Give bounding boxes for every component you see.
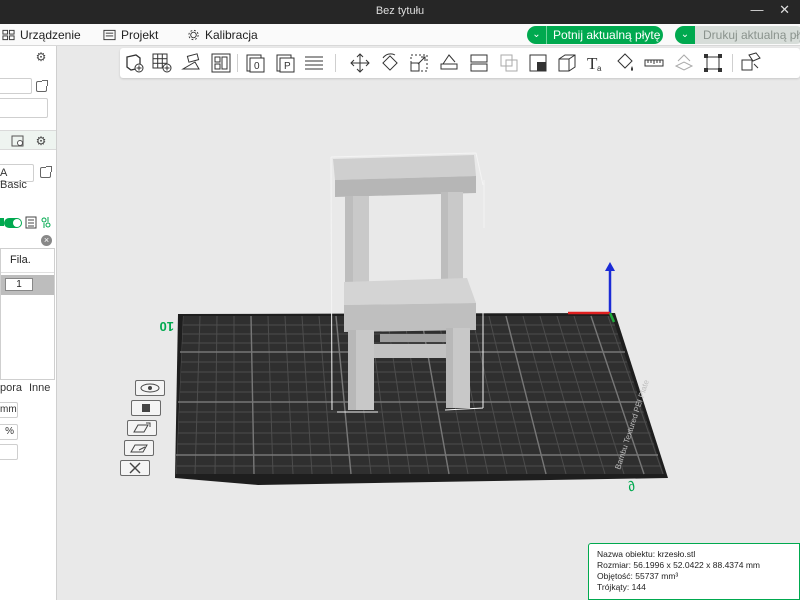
chevron-down-icon[interactable]: ⌄ <box>675 26 695 44</box>
object-name: Nazwa obiektu: krzesło.stl <box>597 549 696 559</box>
arrange-icon[interactable] <box>210 52 232 74</box>
object-table: Fila. 1 <box>0 248 55 380</box>
build-plate-scene: 10 Bambu Textured PEI Plate ∂ <box>160 152 668 495</box>
arrange-plate-button[interactable] <box>127 420 157 436</box>
close-icon[interactable]: × <box>41 235 52 246</box>
table-header-filament: Fila. <box>10 254 31 266</box>
window-controls[interactable]: — ✕ <box>750 2 796 18</box>
lay-on-face-icon[interactable] <box>438 52 460 74</box>
project-icon <box>103 29 116 41</box>
calibration-icon <box>188 29 199 41</box>
auto-orient-button[interactable] <box>131 400 161 416</box>
value-field[interactable] <box>0 444 18 460</box>
scale-icon[interactable] <box>408 52 430 74</box>
filament-number-field[interactable]: 1 <box>5 278 33 291</box>
print-plate-label: Drukuj aktualną płytę <box>703 28 800 42</box>
orient-icon <box>142 404 150 412</box>
bed-corner-mark: ∂ <box>625 477 637 494</box>
object-size: Rozmiar: 56.1996 x 52.0422 x 88.4374 mm <box>597 560 761 570</box>
settings-tabs: pora Inne <box>0 380 56 398</box>
list-icon[interactable] <box>25 216 37 229</box>
menu-bar: Urządzenie Projekt Kalibracja ⌄ Potnij a… <box>0 24 800 46</box>
rotate-icon[interactable] <box>379 52 401 74</box>
object-triangles: Trójkąty: 144 <box>597 582 646 592</box>
svg-text:P: P <box>284 61 291 72</box>
gear-icon[interactable]: ⚙ <box>35 135 47 147</box>
value-mm-field[interactable]: mm <box>0 402 18 418</box>
unit-mm-label: mm <box>0 404 17 415</box>
text-icon[interactable]: Ta <box>585 52 607 74</box>
table-row[interactable]: 1 <box>1 275 54 295</box>
settings-icon[interactable] <box>40 216 52 229</box>
plate-p-icon[interactable]: P <box>274 52 296 74</box>
gear-icon[interactable]: ⚙ <box>35 51 47 63</box>
edit-icon[interactable] <box>36 80 48 92</box>
tab-other[interactable]: Inne <box>29 382 50 394</box>
svg-text:a: a <box>597 64 602 73</box>
lock-icon <box>130 444 148 453</box>
filament-preset-select[interactable]: A Basic <box>0 164 34 191</box>
move-icon[interactable] <box>349 52 371 74</box>
filament-settings-icon[interactable] <box>11 135 24 147</box>
window-title: Bez tytułu <box>375 5 425 17</box>
menu-calibration-label: Kalibracja <box>205 28 258 42</box>
toolbar-separator <box>237 54 238 72</box>
plate-select[interactable] <box>0 98 48 118</box>
filament-preset-label: A Basic <box>0 167 27 191</box>
tab-support[interactable]: pora <box>0 382 22 394</box>
add-object-icon[interactable] <box>123 52 145 74</box>
toolbar-separator <box>335 54 336 72</box>
svg-text:0: 0 <box>254 61 260 72</box>
fit-view-icon[interactable] <box>702 52 724 74</box>
measure-icon[interactable] <box>643 52 665 74</box>
menu-calibration[interactable]: Kalibracja <box>187 27 258 43</box>
slice-plate-label: Potnij aktualną płytę <box>553 28 661 42</box>
explode-icon[interactable] <box>740 52 762 74</box>
left-sidebar: ⚙ ⚙ A Basic × Fila. 1 pora Inne mm % <box>0 46 57 600</box>
boolean-icon[interactable] <box>498 52 520 74</box>
support-paint-icon[interactable] <box>527 52 549 74</box>
menu-project-label: Projekt <box>121 28 159 42</box>
object-volume: Objętość: 55737 mm³ <box>597 571 679 581</box>
menu-device[interactable]: Urządzenie <box>2 27 81 43</box>
paint-bucket-icon[interactable] <box>614 52 636 74</box>
unit-percent-label: % <box>5 426 14 437</box>
menu-device-label: Urządzenie <box>20 28 81 42</box>
printer-select[interactable] <box>0 78 32 94</box>
slice-plate-button[interactable]: ⌄ Potnij aktualną płytę <box>527 26 663 44</box>
arrange-icon <box>133 422 151 433</box>
edit-icon[interactable] <box>40 166 52 178</box>
cut-icon[interactable] <box>468 52 490 74</box>
plate-view-button[interactable] <box>135 380 165 396</box>
orient-icon[interactable] <box>180 52 202 74</box>
close-icon <box>129 462 141 474</box>
z-axis-arrow <box>605 262 615 271</box>
value-percent-field[interactable]: % <box>0 424 18 440</box>
table-header-row: Fila. <box>1 249 54 273</box>
assembly-icon[interactable] <box>673 52 695 74</box>
device-icon <box>2 29 15 41</box>
seam-icon[interactable] <box>556 52 578 74</box>
plate-settings-icon[interactable]: 0 <box>244 52 266 74</box>
filament-section-header <box>0 130 56 150</box>
toggle-switch[interactable] <box>4 218 22 228</box>
3d-viewport[interactable]: 10 Bambu Textured PEI Plate ∂ <box>57 78 800 600</box>
main-toolbar: 0 P Ta <box>120 48 800 78</box>
toolbar-separator <box>732 54 733 72</box>
title-bar: Bez tytułu — ✕ <box>0 0 800 24</box>
layers-icon[interactable] <box>303 52 325 74</box>
object-info-panel: Nazwa obiektu: krzesło.stl Rozmiar: 56.1… <box>588 543 800 600</box>
bed-front-label: 10 <box>160 319 174 334</box>
print-plate-button[interactable]: ⌄ Drukuj aktualną płytę <box>675 26 800 44</box>
delete-plate-button[interactable] <box>120 460 150 476</box>
chevron-down-icon[interactable]: ⌄ <box>527 26 547 44</box>
eye-icon <box>140 383 160 393</box>
add-plate-icon[interactable] <box>151 52 173 74</box>
lock-plate-button[interactable] <box>124 440 154 456</box>
menu-project[interactable]: Projekt <box>103 27 158 43</box>
